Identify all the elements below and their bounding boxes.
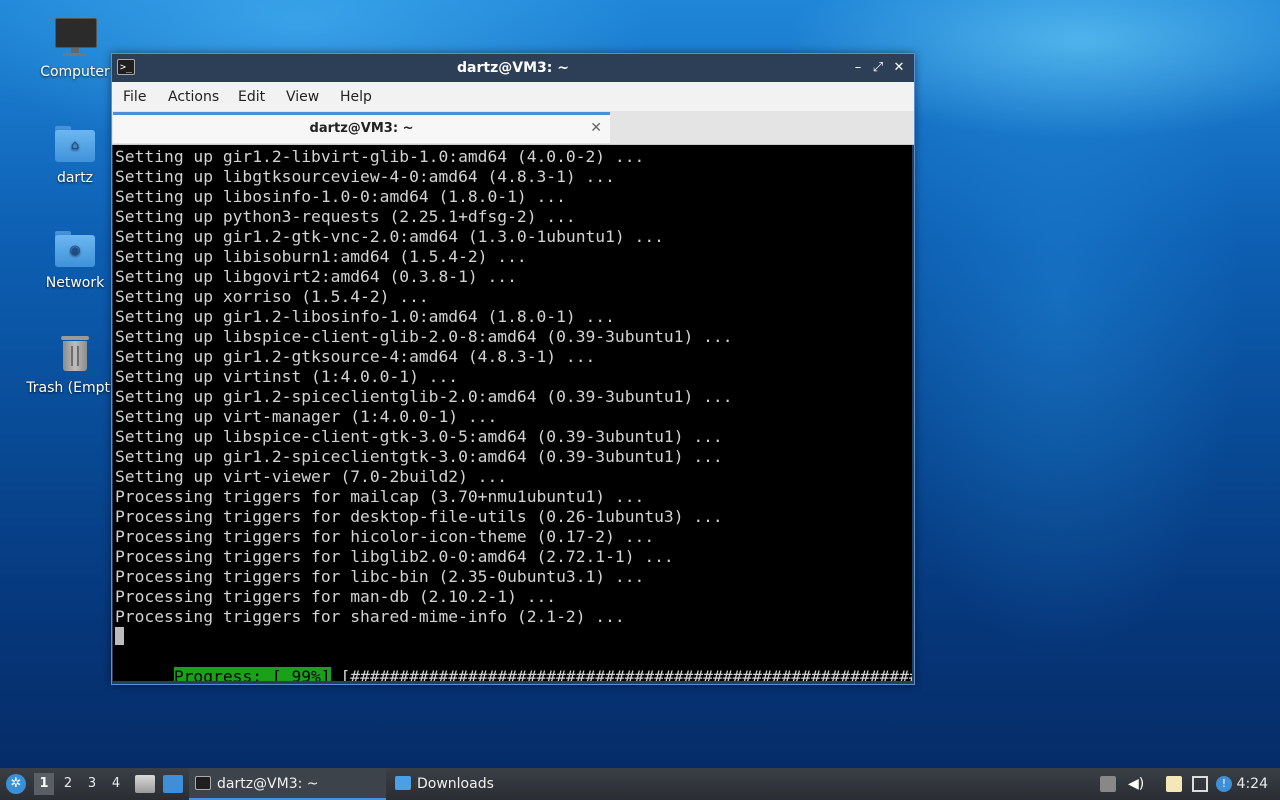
terminal-window: >_ dartz@VM3: ~ – ⤢ ✕ File Actions Edit … bbox=[111, 53, 915, 685]
task-label: dartz@VM3: ~ bbox=[217, 776, 319, 792]
home-folder-icon: ⌂ bbox=[53, 122, 97, 166]
menu-view[interactable]: View bbox=[284, 82, 321, 112]
desktop-icon-label: dartz bbox=[56, 170, 94, 186]
progress-bar: [#######################################… bbox=[340, 667, 912, 681]
tab-close-icon[interactable]: ✕ bbox=[590, 119, 602, 137]
terminal-icon bbox=[195, 776, 211, 790]
terminal-line: Processing triggers for libc-bin (2.35-0… bbox=[115, 567, 645, 586]
terminal-cursor bbox=[115, 627, 124, 645]
terminal-line: Processing triggers for shared-mime-info… bbox=[115, 607, 625, 626]
terminal-line: Setting up virt-manager (1:4.0.0-1) ... bbox=[115, 407, 498, 426]
terminal-line: Setting up virtinst (1:4.0.0-1) ... bbox=[115, 367, 459, 386]
desktop-icon-home[interactable]: ⌂ dartz bbox=[25, 122, 125, 186]
menu-bar: File Actions Edit View Help bbox=[112, 82, 914, 111]
terminal-line: Processing triggers for desktop-file-uti… bbox=[115, 507, 723, 526]
desktop-icon-computer[interactable]: Computer bbox=[25, 16, 125, 80]
menu-help[interactable]: Help bbox=[338, 82, 374, 112]
start-menu-button[interactable]: ✲ bbox=[4, 768, 28, 800]
terminal-line: Setting up gir1.2-libosinfo-1.0:amd64 (1… bbox=[115, 307, 615, 326]
task-label: Downloads bbox=[417, 776, 494, 792]
menu-file[interactable]: File bbox=[121, 82, 148, 112]
show-desktop-launcher[interactable] bbox=[162, 768, 184, 800]
tab-title: dartz@VM3: ~ bbox=[309, 121, 414, 136]
computer-icon bbox=[53, 16, 97, 60]
terminal-line: Setting up gir1.2-spiceclientglib-2.0:am… bbox=[115, 387, 733, 406]
window-title: dartz@VM3: ~ bbox=[457, 60, 569, 76]
workspace-2[interactable]: 2 bbox=[58, 768, 78, 800]
desktop-icon-label: Computer bbox=[40, 64, 110, 80]
tab-bar: dartz@VM3: ~ ✕ bbox=[112, 111, 914, 145]
menu-edit[interactable]: Edit bbox=[236, 82, 267, 112]
terminal-line: Setting up libspice-client-gtk-3.0-5:amd… bbox=[115, 427, 723, 446]
progress-label: Progress: [ 99%] bbox=[173, 667, 331, 681]
desktop-icon-trash[interactable]: Trash (Empty) bbox=[25, 332, 125, 396]
terminal-line: Setting up libisoburn1:amd64 (1.5.4-2) .… bbox=[115, 247, 527, 266]
workspace-1[interactable]: 1 bbox=[34, 773, 54, 795]
terminal-line: Setting up gir1.2-libvirt-glib-1.0:amd64… bbox=[115, 147, 645, 166]
distro-logo-icon: ✲ bbox=[6, 774, 26, 794]
maximize-button[interactable]: ⤢ bbox=[869, 58, 887, 78]
menu-actions[interactable]: Actions bbox=[166, 82, 221, 112]
tab-terminal[interactable]: dartz@VM3: ~ ✕ bbox=[113, 112, 610, 143]
network-folder-icon: ◉ bbox=[53, 227, 97, 271]
taskbar: ✲ 1 2 3 4 dartz@VM3: ~ Downloads ◀) ! 4:… bbox=[0, 768, 1280, 800]
minimize-button[interactable]: – bbox=[849, 58, 867, 78]
trash-icon bbox=[53, 332, 97, 376]
progress-row: Progress: [ 99%] [######################… bbox=[115, 647, 912, 681]
close-button[interactable]: ✕ bbox=[890, 58, 908, 78]
workspace-3[interactable]: 3 bbox=[82, 768, 102, 800]
workspace-4[interactable]: 4 bbox=[106, 768, 126, 800]
terminal-line: Processing triggers for man-db (2.10.2-1… bbox=[115, 587, 557, 606]
clock[interactable]: 4:24 bbox=[1237, 768, 1268, 800]
terminal-line: Processing triggers for hicolor-icon-the… bbox=[115, 527, 655, 546]
folder-icon bbox=[395, 776, 411, 790]
window-titlebar[interactable]: >_ dartz@VM3: ~ – ⤢ ✕ bbox=[112, 54, 914, 82]
terminal-line: Setting up libosinfo-1.0-0:amd64 (1.8.0-… bbox=[115, 187, 566, 206]
file-manager-icon bbox=[135, 775, 155, 793]
task-terminal[interactable]: dartz@VM3: ~ bbox=[189, 768, 386, 800]
notification-icon[interactable]: ! bbox=[1216, 776, 1232, 792]
terminal-line: Setting up libgovirt2:amd64 (0.3.8-1) ..… bbox=[115, 267, 517, 286]
file-manager-launcher[interactable] bbox=[134, 768, 156, 800]
desktop-icon-network[interactable]: ◉ Network bbox=[25, 227, 125, 291]
desktop-icon-label: Trash (Empty) bbox=[26, 380, 124, 396]
terminal-line: Setting up gir1.2-gtksource-4:amd64 (4.8… bbox=[115, 347, 596, 366]
terminal-line: Processing triggers for libglib2.0-0:amd… bbox=[115, 547, 674, 566]
desktop-icon-label: Network bbox=[45, 275, 105, 291]
terminal-line: Setting up gir1.2-gtk-vnc-2.0:amd64 (1.3… bbox=[115, 227, 664, 246]
terminal-line: Setting up xorriso (1.5.4-2) ... bbox=[115, 287, 429, 306]
terminal-line: Setting up libspice-client-glib-2.0-8:am… bbox=[115, 327, 733, 346]
desktop-icon bbox=[163, 775, 183, 793]
terminal-line: Setting up virt-viewer (7.0-2build2) ... bbox=[115, 467, 508, 486]
clipboard-icon[interactable] bbox=[1166, 776, 1182, 792]
storage-icon[interactable] bbox=[1100, 776, 1116, 792]
terminal-output[interactable]: Setting up gir1.2-libvirt-glib-1.0:amd64… bbox=[113, 145, 912, 681]
task-downloads[interactable]: Downloads bbox=[389, 768, 586, 800]
terminal-line: Processing triggers for mailcap (3.70+nm… bbox=[115, 487, 645, 506]
terminal-lines: Setting up gir1.2-libvirt-glib-1.0:amd64… bbox=[115, 147, 733, 627]
terminal-line: Setting up python3-requests (2.25.1+dfsg… bbox=[115, 207, 576, 226]
volume-icon[interactable]: ◀) bbox=[1128, 776, 1144, 792]
terminal-line: Setting up libgtksourceview-4-0:amd64 (4… bbox=[115, 167, 615, 186]
network-icon[interactable] bbox=[1192, 776, 1208, 792]
terminal-line: Setting up gir1.2-spiceclientgtk-3.0:amd… bbox=[115, 447, 723, 466]
